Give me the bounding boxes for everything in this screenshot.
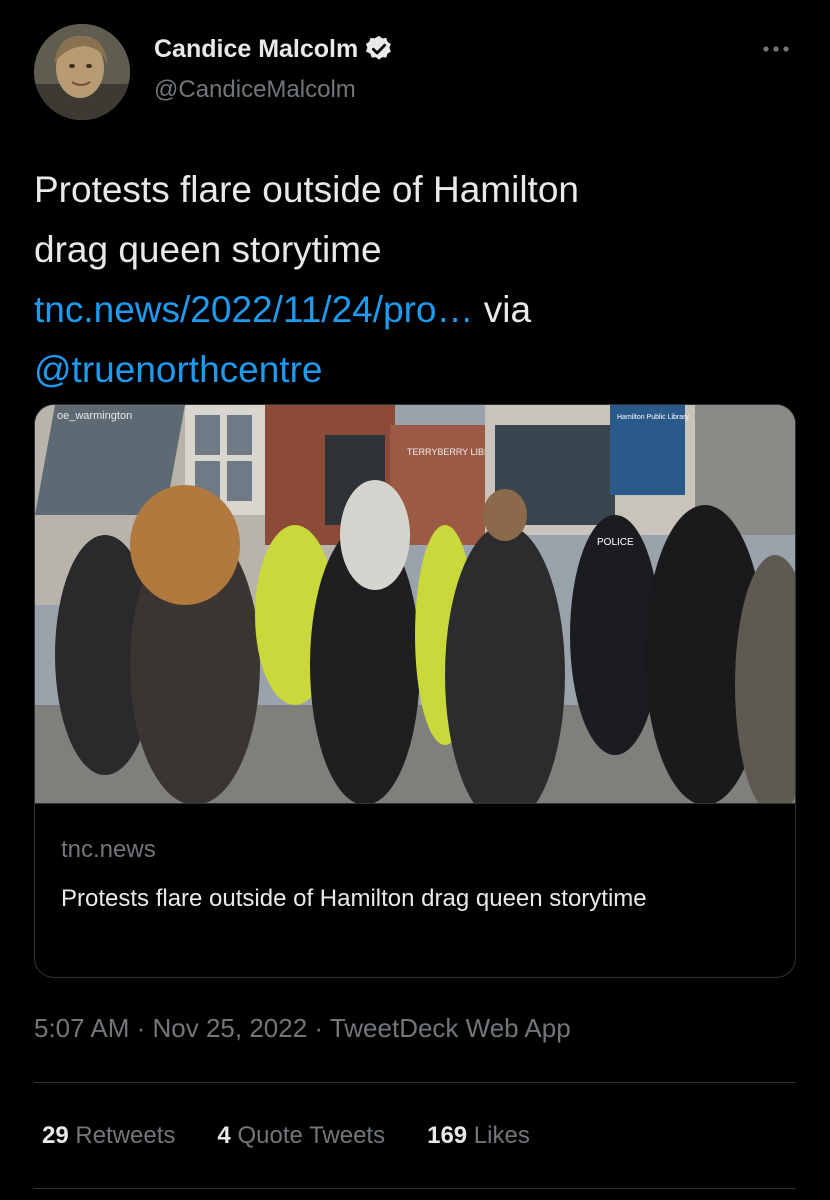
tweet-text: Protests flare outside of Hamilton drag …: [34, 160, 794, 400]
likes-count: 169: [427, 1122, 468, 1149]
tweet-text-line-1: Protests flare outside of Hamilton: [34, 169, 579, 210]
retweets-stat[interactable]: 29 Retweets: [42, 1122, 175, 1150]
card-domain: tnc.news: [61, 836, 156, 863]
link-preview-card[interactable]: TERRYBERRY LIBRARY Hamilton Public Libra…: [34, 404, 796, 978]
card-info[interactable]: tnc.news Protests flare outside of Hamil…: [35, 803, 795, 977]
tweet-via-text: via: [473, 289, 532, 330]
tweet-mention-link[interactable]: @truenorthcentre: [34, 349, 322, 390]
quote-tweets-stat[interactable]: 4 Quote Tweets: [217, 1122, 385, 1150]
tweet-link-line: tnc.news/2022/11/24/pro… via: [34, 280, 794, 340]
author-name[interactable]: Candice Malcolm: [154, 35, 358, 64]
quote-tweets-count: 4: [217, 1122, 231, 1149]
tweet-text-line-2: drag queen storytime: [34, 229, 382, 270]
tweet-source[interactable]: TweetDeck Web App: [330, 1013, 571, 1043]
author-name-row[interactable]: Candice Malcolm: [154, 34, 394, 64]
quote-tweets-label: Quote Tweets: [230, 1122, 386, 1149]
tweet-date[interactable]: Nov 25, 2022: [153, 1013, 308, 1043]
tweet-meta: 5:07 AM · Nov 25, 2022 · TweetDeck Web A…: [34, 1013, 571, 1044]
divider-top: [34, 1082, 796, 1083]
likes-label: Likes: [467, 1122, 530, 1149]
meta-separator-1: ·: [129, 1013, 153, 1043]
tweet-url-link[interactable]: tnc.news/2022/11/24/pro…: [34, 289, 473, 330]
card-sign-hamilton-text: Hamilton Public Library: [617, 414, 689, 421]
card-image-watermark: oe_warmington: [57, 410, 132, 422]
card-image[interactable]: TERRYBERRY LIBRARY Hamilton Public Libra…: [35, 405, 795, 803]
retweets-label: Retweets: [68, 1122, 176, 1149]
author-avatar[interactable]: [34, 24, 130, 120]
divider-bottom: [34, 1188, 796, 1189]
meta-separator-2: ·: [307, 1013, 330, 1043]
verified-badge-icon: [366, 35, 392, 60]
tweet-stats: 29 Retweets 4 Quote Tweets 169 Likes: [42, 1122, 572, 1150]
card-police-vest-text: POLICE: [597, 537, 634, 548]
author-handle[interactable]: @CandiceMalcolm: [154, 76, 356, 104]
card-title[interactable]: Protests flare outside of Hamilton drag …: [61, 878, 761, 920]
retweets-count: 29: [42, 1122, 69, 1149]
tweet-time[interactable]: 5:07 AM: [34, 1013, 129, 1043]
more-options-icon[interactable]: [756, 34, 796, 64]
likes-stat[interactable]: 169 Likes: [427, 1122, 530, 1150]
